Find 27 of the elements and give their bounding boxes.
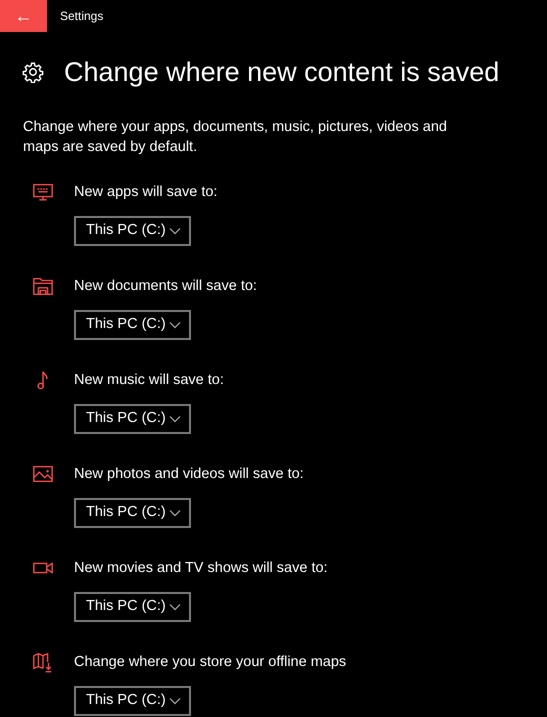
window-title: Settings [60, 8, 104, 25]
settings-icon [22, 61, 44, 83]
folder-icon [32, 275, 54, 297]
monitor-icon [32, 181, 54, 203]
drive-dropdown[interactable]: This PC (C:) [74, 592, 191, 622]
image-icon [32, 463, 54, 485]
chevron-down-icon [169, 227, 181, 235]
drive-dropdown[interactable]: This PC (C:) [74, 498, 191, 528]
setting-label: New music will save to: [74, 371, 224, 390]
map-download-icon [32, 651, 54, 673]
setting-label: Change where you store your offline maps [74, 653, 346, 672]
setting-label: New documents will save to: [74, 277, 257, 296]
drive-dropdown[interactable]: This PC (C:) [74, 310, 191, 340]
chevron-down-icon [169, 321, 181, 329]
chevron-down-icon [169, 415, 181, 423]
page-title: Change where new content is saved [64, 56, 500, 88]
setting-label: New apps will save to: [74, 183, 218, 202]
drive-dropdown[interactable]: This PC (C:) [74, 686, 191, 716]
chevron-down-icon [169, 697, 181, 705]
chevron-down-icon [169, 509, 181, 517]
drive-dropdown[interactable]: This PC (C:) [74, 216, 191, 246]
drive-dropdown[interactable]: This PC (C:) [74, 404, 191, 434]
chevron-down-icon [169, 603, 181, 611]
description: Change where your apps, documents, music, pictures, videos and maps are saved by default. [23, 118, 448, 157]
back-button[interactable]: ← [0, 0, 47, 32]
setting-label: New photos and videos will save to: [74, 465, 304, 484]
setting-label: New movies and TV shows will save to: [74, 559, 328, 578]
